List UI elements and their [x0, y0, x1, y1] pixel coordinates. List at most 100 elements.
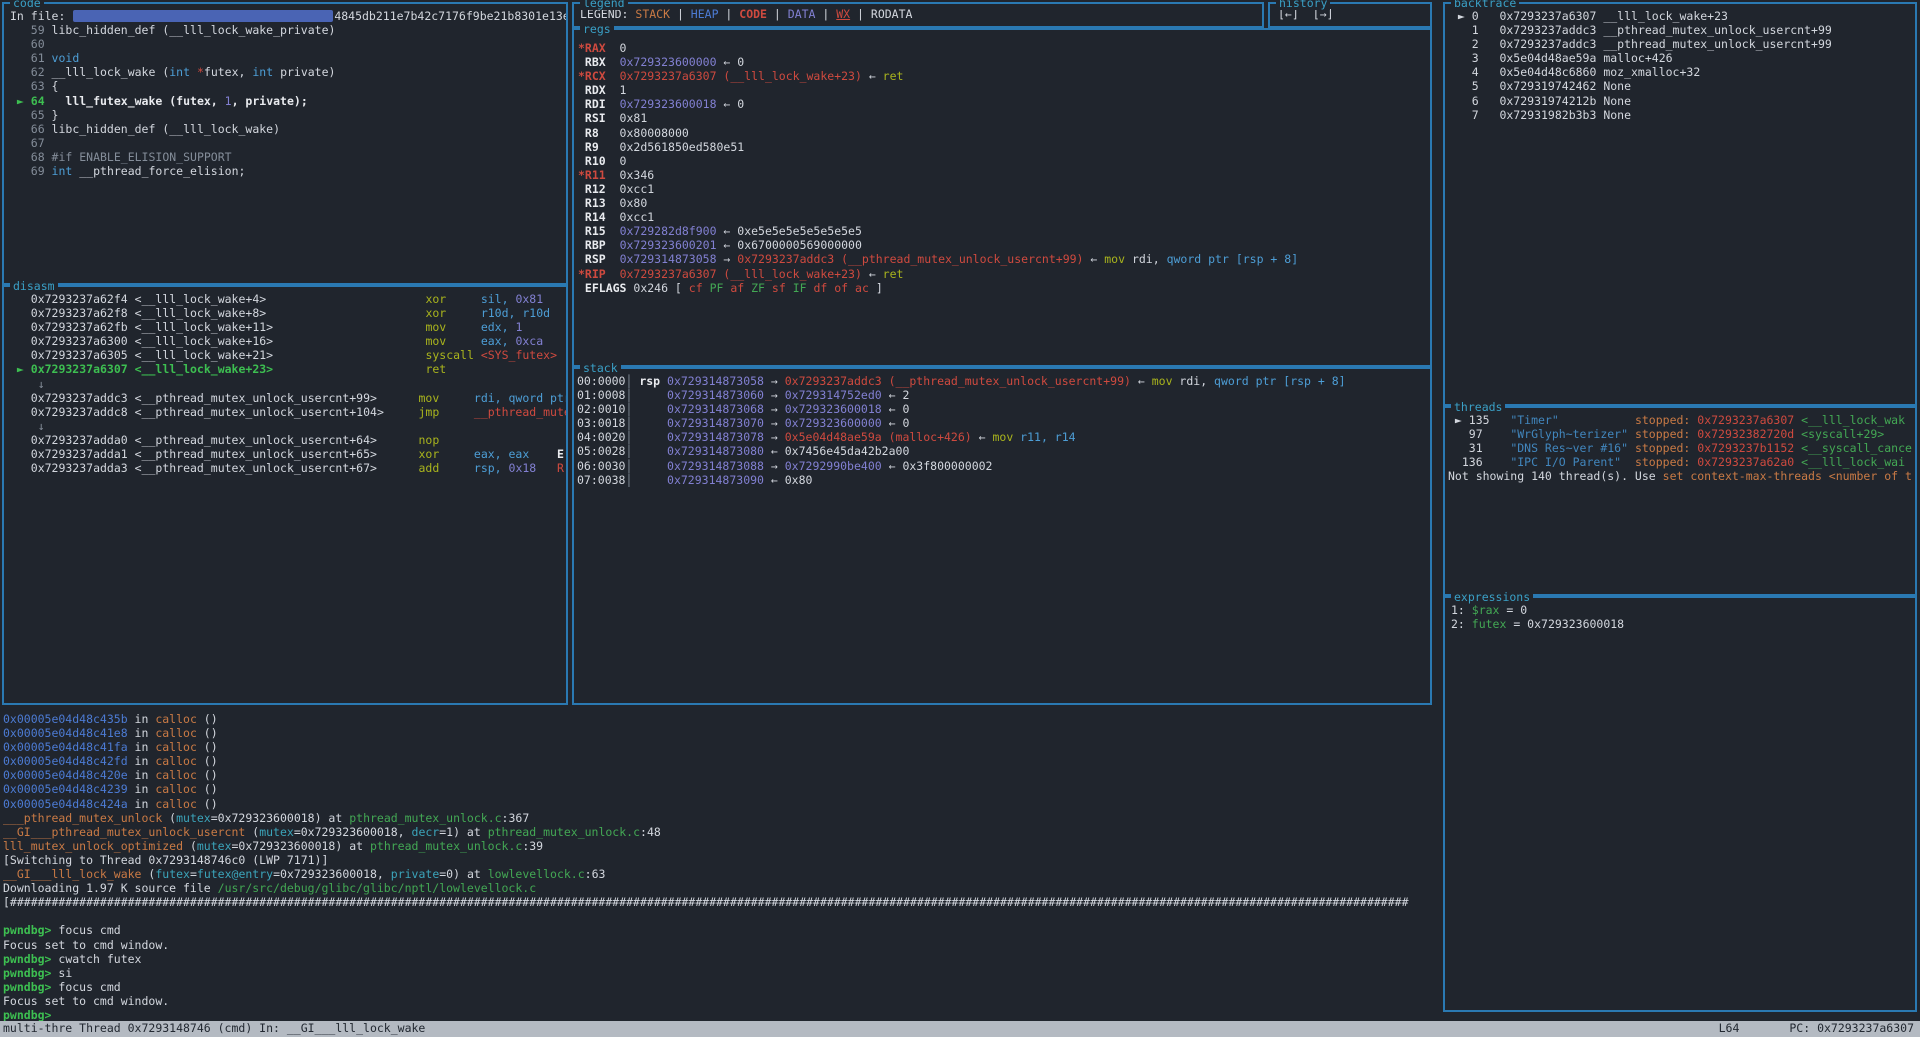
code-line: 68 #if ENABLE_ELISION_SUPPORT [10, 150, 566, 164]
code-line: 69 int __pthread_force_elision; [10, 164, 566, 178]
register-row: R8 0x80008000 [578, 126, 1430, 140]
status-thread-info: multi-thre Thread 0x7293148746 (cmd) In:… [0, 1021, 428, 1037]
code-line: 62 __lll_lock_wake (int *futex, int priv… [10, 65, 566, 79]
stack-row: 04:0020│ 0x729314873078 → 0x5e04d48ae59a… [577, 430, 1430, 444]
register-row: RDI 0x729323600018 ← 0 [578, 97, 1430, 111]
backtrace-frame: 6 0x72931974212b None [1451, 94, 1915, 108]
register-row: *RCX 0x7293237a6307 (__lll_lock_wake+23)… [578, 69, 1430, 83]
backtrace-frame: 3 0x5e04d48ae59a malloc+426 [1451, 51, 1915, 65]
register-row: *R11 0x346 [578, 168, 1430, 182]
code-line: 59 libc_hidden_def (__lll_lock_wake_priv… [10, 23, 566, 37]
registers-panel: regs *RAX 0 RBX 0x729323600000 ← 0*RCX 0… [572, 28, 1432, 367]
disasm-row: 0x7293237addc3 <__pthread_mutex_unlock_u… [10, 391, 566, 405]
disassembly-panel: disasm 0x7293237a62f4 <__lll_lock_wake+4… [2, 285, 568, 705]
disassembly-listing: 0x7293237a62f4 <__lll_lock_wake+4> xor s… [4, 287, 566, 475]
console-line: pwndbg> si [3, 966, 1438, 980]
threads-list: ► 135 "Timer" stopped: 0x7293237a6307 <_… [1445, 408, 1915, 483]
backtrace-frame: 4 0x5e04d48c6860 moz_xmalloc+32 [1451, 65, 1915, 79]
stack-row: 02:0010│ 0x729314873068 → 0x729323600018… [577, 402, 1430, 416]
console-line: 0x00005e04d48c42fd in calloc () [3, 754, 1438, 768]
disasm-row: 0x7293237a6305 <__lll_lock_wake+21> sysc… [10, 348, 566, 362]
backtrace-frame: 5 0x729319742462 None [1451, 79, 1915, 93]
history-panel-title: history [1276, 0, 1330, 10]
register-row: R15 0x729282d8f900 ← 0xe5e5e5e5e5e5e5e5 [578, 224, 1430, 238]
console-line: 0x00005e04d48c41e8 in calloc () [3, 726, 1438, 740]
disasm-row: 0x7293237addc8 <__pthread_mutex_unlock_u… [10, 405, 566, 419]
register-row: RSP 0x729314873058 → 0x7293237addc3 (__p… [578, 252, 1430, 266]
history-panel: history [←][→] [1268, 2, 1432, 28]
code-line: 61 void [10, 51, 566, 65]
disasm-row: 0x7293237adda1 <__pthread_mutex_unlock_u… [10, 447, 566, 461]
console-line: __GI___lll_lock_wake (futex=futex@entry=… [3, 867, 1438, 881]
registers-panel-title: regs [580, 22, 614, 36]
console-line: 0x00005e04d48c435b in calloc () [3, 712, 1438, 726]
stack-row: 07:0038│ 0x729314873090 ← 0x80 [577, 473, 1430, 487]
console-line: pwndbg> focus cmd [3, 980, 1438, 994]
backtrace-frame: 1 0x7293237addc3 __pthread_mutex_unlock_… [1451, 23, 1915, 37]
console-line: [Switching to Thread 0x7293148746c0 (LWP… [3, 853, 1438, 867]
expression-row: 2: futex = 0x729323600018 [1451, 617, 1915, 631]
code-line: 66 libc_hidden_def (__lll_lock_wake) [10, 122, 566, 136]
redacted-filepath [73, 10, 333, 22]
backtrace-panel-title: backtrace [1451, 0, 1519, 10]
console-line [3, 909, 1438, 923]
register-row: R12 0xcc1 [578, 182, 1430, 196]
stack-panel: stack 00:0000│ rsp 0x729314873058 → 0x72… [572, 367, 1432, 705]
legend-row: LEGEND: STACK | HEAP | CODE | DATA | WX … [574, 4, 1262, 21]
console-line: pwndbg> cwatch futex [3, 952, 1438, 966]
register-row: RBP 0x729323600201 ← 0x6700000569000000 [578, 238, 1430, 252]
console-line: pwndbg> [3, 1008, 1438, 1021]
status-pc: PC: 0x7293237a6307 [1786, 1021, 1917, 1037]
registers-list: *RAX 0 RBX 0x729323600000 ← 0*RCX 0x7293… [574, 30, 1430, 295]
code-line: In file: 4845db211e7b42c7176f9be21b8301e… [10, 9, 566, 23]
expressions-panel: expressions 1: $rax = 02: futex = 0x7293… [1443, 596, 1917, 1012]
stack-row: 06:0030│ 0x729314873088 → 0x7292990be400… [577, 459, 1430, 473]
register-row: RSI 0x81 [578, 111, 1430, 125]
disasm-row: 0x7293237a6300 <__lll_lock_wake+16> mov … [10, 334, 566, 348]
disasm-row: 0x7293237a62fb <__lll_lock_wake+11> mov … [10, 320, 566, 334]
console-line: 0x00005e04d48c424a in calloc () [3, 797, 1438, 811]
console-line: lll_mutex_unlock_optimized (mutex=0x7293… [3, 839, 1438, 853]
register-row: R10 0 [578, 154, 1430, 168]
disassembly-panel-title: disasm [10, 279, 58, 293]
register-row: R9 0x2d561850ed580e51 [578, 140, 1430, 154]
disasm-row: 0x7293237adda3 <__pthread_mutex_unlock_u… [10, 461, 566, 475]
stack-row: 00:0000│ rsp 0x729314873058 → 0x7293237a… [577, 374, 1430, 388]
disasm-row: 0x7293237a62f4 <__lll_lock_wake+4> xor s… [10, 292, 566, 306]
command-console[interactable]: 0x00005e04d48c435b in calloc ()0x00005e0… [0, 706, 1438, 1021]
console-line: pwndbg> focus cmd [3, 923, 1438, 937]
code-panel: code In file: 4845db211e7b42c7176f9be21b… [2, 2, 568, 285]
console-line: 0x00005e04d48c41fa in calloc () [3, 740, 1438, 754]
stack-row: 03:0018│ 0x729314873070 → 0x729323600000… [577, 416, 1430, 430]
register-row: *RAX 0 [578, 41, 1430, 55]
legend-panel: legend LEGEND: STACK | HEAP | CODE | DAT… [572, 2, 1264, 28]
console-line: Focus set to cmd window. [3, 938, 1438, 952]
register-row: RDX 1 [578, 83, 1430, 97]
thread-row: 97 "WrGlyph~terizer" stopped: 0x72932382… [1448, 427, 1915, 441]
backtrace-frame: 7 0x72931982b3b3 None [1451, 108, 1915, 122]
status-right: L64PC: 0x7293237a6307 [1713, 1021, 1920, 1037]
disasm-row: 0x7293237a62f8 <__lll_lock_wake+8> xor r… [10, 306, 566, 320]
code-line: 63 { [10, 79, 566, 93]
console-line: Focus set to cmd window. [3, 994, 1438, 1008]
legend-panel-title: legend [580, 0, 628, 10]
disasm-row: ↓ [10, 377, 566, 391]
status-bar: multi-thre Thread 0x7293148746 (cmd) In:… [0, 1021, 1920, 1037]
code-line: 67 [10, 136, 566, 150]
backtrace-frame: ► 0 0x7293237a6307 __lll_lock_wake+23 [1451, 9, 1915, 23]
pwndbg-terminal: code In file: 4845db211e7b42c7176f9be21b… [0, 0, 1920, 1037]
stack-listing: 00:0000│ rsp 0x729314873058 → 0x7293237a… [574, 369, 1430, 487]
register-row: *RIP 0x7293237a6307 (__lll_lock_wake+23)… [578, 267, 1430, 281]
register-row: RBX 0x729323600000 ← 0 [578, 55, 1430, 69]
stack-row: 05:0028│ 0x729314873080 ← 0x7456e45da42b… [577, 444, 1430, 458]
console-line: ___pthread_mutex_unlock (mutex=0x7293236… [3, 811, 1438, 825]
source-code-listing: In file: 4845db211e7b42c7176f9be21b8301e… [4, 4, 566, 178]
threads-panel: threads ► 135 "Timer" stopped: 0x7293237… [1443, 406, 1917, 596]
code-line: 60 [10, 37, 566, 51]
code-line: 65 } [10, 108, 566, 122]
legend-line: LEGEND: STACK | HEAP | CODE | DATA | WX … [580, 7, 1262, 21]
stack-panel-title: stack [580, 361, 621, 375]
thread-row: ► 135 "Timer" stopped: 0x7293237a6307 <_… [1448, 413, 1915, 427]
console-line: [#######################################… [3, 895, 1438, 909]
console-output: 0x00005e04d48c435b in calloc ()0x00005e0… [0, 706, 1438, 1021]
